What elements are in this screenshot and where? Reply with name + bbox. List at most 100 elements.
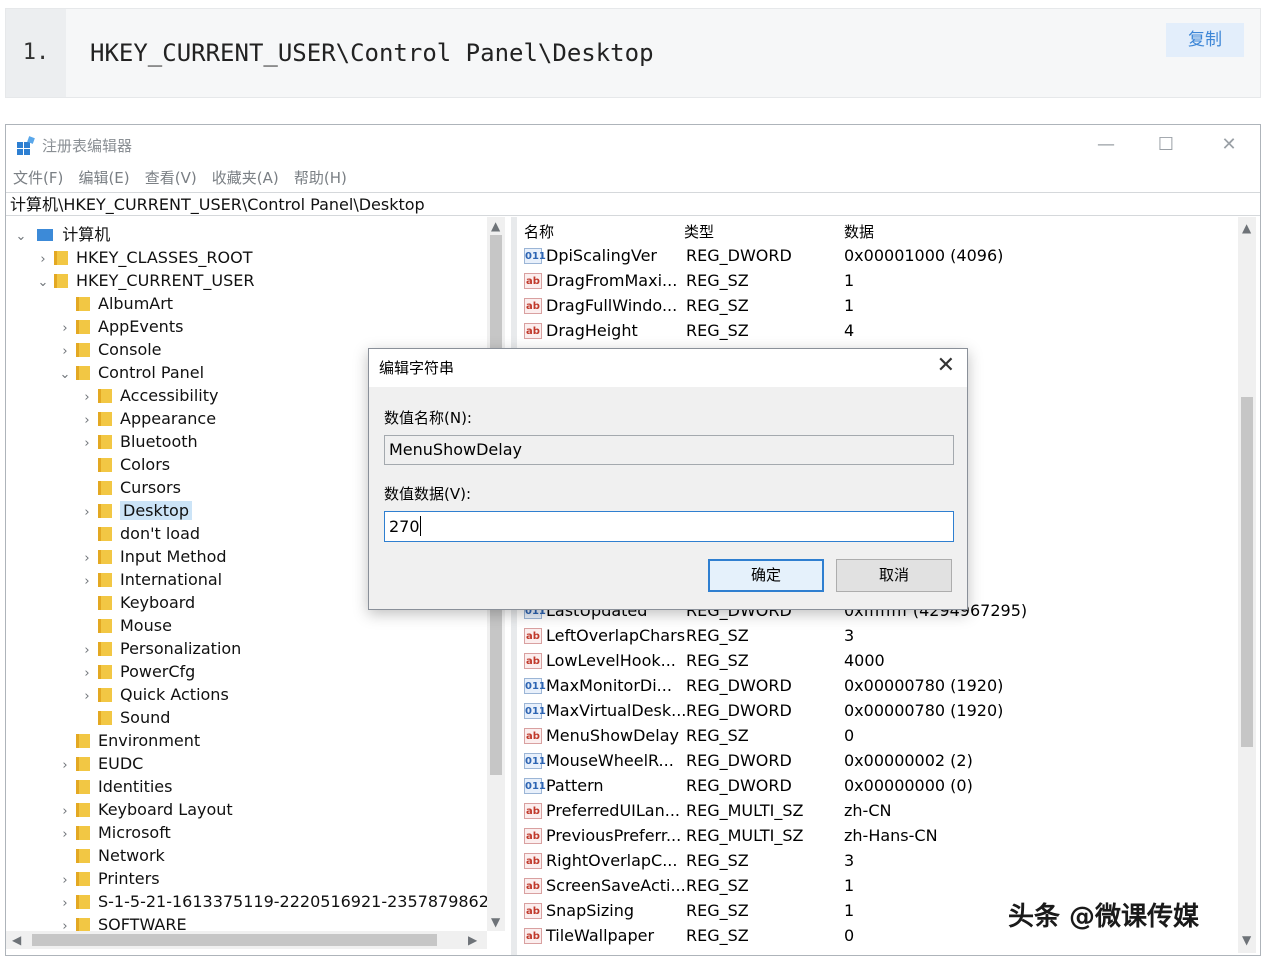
menu-edit[interactable]: 编辑(E)	[78, 165, 129, 191]
menu-favorites[interactable]: 收藏夹(A)	[212, 165, 279, 191]
menu-help[interactable]: 帮助(H)	[294, 165, 347, 191]
chevron-right-icon[interactable]: ›	[58, 892, 72, 915]
scroll-up-icon[interactable]: ▲	[1242, 221, 1251, 235]
chevron-right-icon[interactable]: ›	[58, 869, 72, 892]
close-icon[interactable]: ✕	[1214, 131, 1244, 159]
menu-view[interactable]: 查看(V)	[145, 165, 197, 191]
tree-node[interactable]: Cursors	[80, 476, 181, 499]
scroll-thumb[interactable]	[32, 934, 437, 946]
tree-node[interactable]: › Bluetooth	[80, 430, 197, 455]
chevron-right-icon[interactable]: ›	[80, 409, 94, 432]
close-icon[interactable]: ✕	[937, 353, 955, 378]
chevron-right-icon[interactable]: ›	[80, 570, 94, 593]
scroll-down-icon[interactable]: ▼	[491, 915, 500, 929]
string-value-icon: ab	[524, 298, 542, 314]
value-row[interactable]: ab ScreenSaveActi... REG_SZ 1	[518, 873, 1238, 898]
code-block: 1. HKEY_CURRENT_USER\Control Panel\Deskt…	[5, 8, 1261, 98]
address-bar[interactable]: 计算机\HKEY_CURRENT_USER\Control Panel\Desk…	[6, 192, 1260, 216]
folder-icon	[98, 619, 112, 633]
cancel-button[interactable]: 取消	[836, 559, 952, 592]
chevron-right-icon[interactable]: ›	[80, 501, 94, 524]
minimize-icon[interactable]: —	[1091, 131, 1121, 159]
tree-node[interactable]: › PowerCfg	[80, 660, 195, 683]
tree-node[interactable]: Network	[58, 844, 165, 867]
tree-node[interactable]: › Personalization	[80, 637, 241, 660]
tree-node[interactable]: Keyboard	[80, 591, 195, 614]
value-name-field[interactable]: MenuShowDelay	[384, 435, 954, 465]
tree-node[interactable]: AlbumArt	[58, 292, 173, 315]
scroll-left-icon[interactable]: ◀	[12, 933, 21, 947]
value-row[interactable]: ab PreviousPreferr... REG_MULTI_SZ zh-Hans-…	[518, 823, 1238, 848]
chevron-right-icon[interactable]: ›	[36, 248, 50, 271]
folder-icon	[98, 527, 112, 541]
chevron-right-icon[interactable]: ›	[80, 432, 94, 455]
tree-node-computer[interactable]: ⌄ 计算机	[14, 223, 111, 248]
chevron-right-icon[interactable]: ›	[58, 340, 72, 363]
ok-button[interactable]: 确定	[708, 559, 824, 592]
tree-node[interactable]: › International	[80, 568, 222, 591]
value-name: TileWallpaper	[546, 926, 655, 945]
value-row[interactable]: ab LeftOverlapChars REG_SZ 3	[518, 623, 1238, 648]
scroll-up-icon[interactable]: ▲	[491, 219, 500, 233]
value-row[interactable]: ab DragHeight REG_SZ 4	[518, 318, 1238, 343]
tree-node[interactable]: › Keyboard Layout	[58, 798, 232, 823]
value-row[interactable]: 011 DpiScalingVer REG_DWORD 0x00001000 (409…	[518, 243, 1238, 268]
tree-node[interactable]: › Accessibility	[80, 384, 218, 407]
tree-node[interactable]: Identities	[58, 775, 172, 798]
chevron-right-icon[interactable]: ›	[80, 662, 94, 685]
tree-node-selected[interactable]: › Desktop	[80, 499, 192, 522]
tree-horizontal-scrollbar[interactable]: ◀ ▶	[6, 931, 487, 949]
chevron-down-icon[interactable]: ⌄	[58, 363, 72, 386]
value-row[interactable]: 011 MaxVirtualDesk... REG_DWORD 0x00000780 …	[518, 698, 1238, 723]
chevron-right-icon[interactable]: ›	[80, 547, 94, 570]
chevron-right-icon[interactable]: ›	[58, 754, 72, 777]
value-row[interactable]: ab LowLevelHook... REG_SZ 4000	[518, 648, 1238, 673]
menu-file[interactable]: 文件(F)	[13, 165, 63, 191]
tree-node[interactable]: Mouse	[80, 614, 172, 637]
chevron-right-icon[interactable]: ›	[58, 317, 72, 340]
chevron-right-icon[interactable]: ›	[58, 915, 72, 931]
tree-node[interactable]: › Printers	[58, 867, 159, 892]
chevron-right-icon[interactable]: ›	[80, 386, 94, 409]
tree-node[interactable]: › Input Method	[80, 545, 226, 570]
value-row[interactable]: 011 MaxMonitorDi... REG_DWORD 0x00000780 (1…	[518, 673, 1238, 698]
value-data: 0x00000780 (1920)	[844, 676, 1004, 695]
scroll-down-icon[interactable]: ▼	[1242, 933, 1251, 947]
chevron-right-icon[interactable]: ›	[80, 639, 94, 662]
value-row[interactable]: ab DragFullWindo... REG_SZ 1	[518, 293, 1238, 318]
tree-node[interactable]: › HKEY_CLASSES_ROOT	[36, 246, 252, 269]
scroll-thumb[interactable]	[1241, 397, 1253, 747]
chevron-right-icon[interactable]: ›	[58, 823, 72, 846]
tree-node[interactable]: don't load	[80, 522, 200, 545]
values-vertical-scrollbar[interactable]: ▲ ▼	[1238, 217, 1256, 953]
chevron-down-icon[interactable]: ⌄	[36, 271, 50, 294]
scroll-right-icon[interactable]: ▶	[468, 933, 477, 947]
tree-node[interactable]: › Quick Actions	[80, 683, 228, 708]
tree-node[interactable]: › Appearance	[80, 407, 216, 430]
tree-node[interactable]: Environment	[58, 729, 200, 752]
tree-node[interactable]: Sound	[80, 706, 170, 729]
tree-node[interactable]: ⌄ Control Panel	[58, 361, 205, 386]
tree-node[interactable]: ⌄ HKEY_CURRENT_USER	[36, 269, 255, 294]
value-row[interactable]: ab PreferredUILan... REG_MULTI_SZ zh-CN	[518, 798, 1238, 823]
value-data-field[interactable]: 270	[384, 511, 954, 542]
chevron-right-icon[interactable]: ›	[80, 685, 94, 708]
value-row[interactable]: 011 Pattern REG_DWORD 0x00000000 (0)	[518, 773, 1238, 798]
tree-node[interactable]: › EUDC	[58, 752, 143, 775]
chevron-down-icon[interactable]: ⌄	[14, 225, 28, 248]
value-data: 0	[844, 726, 855, 745]
tree-node[interactable]: › SOFTWARE	[58, 913, 187, 931]
tree-node[interactable]: › AppEvents	[58, 315, 183, 338]
copy-button[interactable]: 复制	[1166, 23, 1244, 57]
value-type: REG_SZ	[686, 851, 749, 870]
value-row[interactable]: ab DragFromMaxi... REG_SZ 1	[518, 268, 1238, 293]
chevron-right-icon[interactable]: ›	[58, 800, 72, 823]
value-row[interactable]: 011 MouseWheelR... REG_DWORD 0x00000002 (2)	[518, 748, 1238, 773]
value-row[interactable]: ab MenuShowDelay REG_SZ 0	[518, 723, 1238, 748]
tree-node[interactable]: › Console	[58, 338, 161, 363]
tree-node[interactable]: Colors	[80, 453, 170, 476]
value-row[interactable]: ab RightOverlapC... REG_SZ 3	[518, 848, 1238, 873]
tree-node[interactable]: › S-1-5-21-1613375119-2220516921-23578798…	[58, 890, 504, 915]
maximize-icon[interactable]: ☐	[1151, 131, 1181, 159]
tree-node[interactable]: › Microsoft	[58, 821, 170, 846]
